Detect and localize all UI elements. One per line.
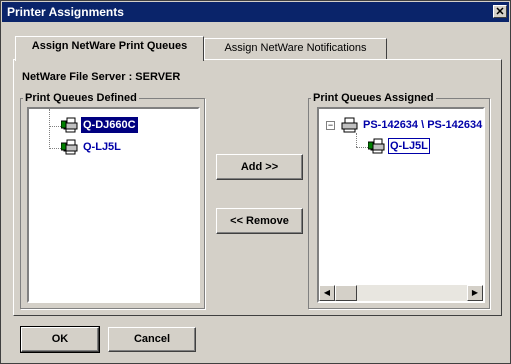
window-title: Printer Assignments [7,5,124,19]
scroll-right-button[interactable]: ▶ [467,285,483,301]
title-bar[interactable]: Printer Assignments ✕ [2,2,509,22]
tab-assign-print-queues[interactable]: Assign NetWare Print Queues [15,36,204,61]
tree-connector-line [356,133,357,147]
cancel-button[interactable]: Cancel [108,327,196,352]
printer-assignments-dialog: Printer Assignments ✕ Assign NetWare Pri… [0,0,511,364]
queues-assigned-tree[interactable]: − PS-142634 \ PS-142634 Q-LJ5L ◀ ▶ [317,107,485,303]
tree-item-q-lj5l[interactable]: Q-LJ5L [60,139,123,155]
tree-connector-line [356,147,368,148]
add-button[interactable]: Add >> [216,154,303,180]
tree-item-assigned-q-lj5l[interactable]: Q-LJ5L [367,138,430,154]
close-button[interactable]: ✕ [493,5,507,18]
queues-defined-tree[interactable]: Q-DJ660C Q-LJ5L [27,107,200,303]
scroll-thumb[interactable] [335,285,357,301]
collapse-toggle[interactable]: − [326,121,335,130]
remove-button[interactable]: << Remove [216,208,303,234]
tree-connector-line [49,148,61,149]
print-server-icon [341,117,359,133]
tree-item-print-server[interactable]: PS-142634 \ PS-142634 [341,117,483,133]
horizontal-scrollbar[interactable]: ◀ ▶ [319,285,483,301]
queues-assigned-label: Print Queues Assigned [311,92,436,104]
tab-assign-notifications[interactable]: Assign NetWare Notifications [204,38,387,59]
tree-connector-line [49,126,61,127]
ok-button[interactable]: OK [20,326,100,353]
queues-defined-label: Print Queues Defined [23,92,139,104]
tree-item-q-dj660c[interactable]: Q-DJ660C [60,117,138,133]
file-server-label: NetWare File Server : SERVER [22,71,181,83]
scroll-left-button[interactable]: ◀ [319,285,335,301]
printer-queue-icon [60,139,79,155]
printer-queue-icon [60,117,79,133]
tree-connector-line [49,109,50,149]
printer-queue-icon [367,138,386,154]
